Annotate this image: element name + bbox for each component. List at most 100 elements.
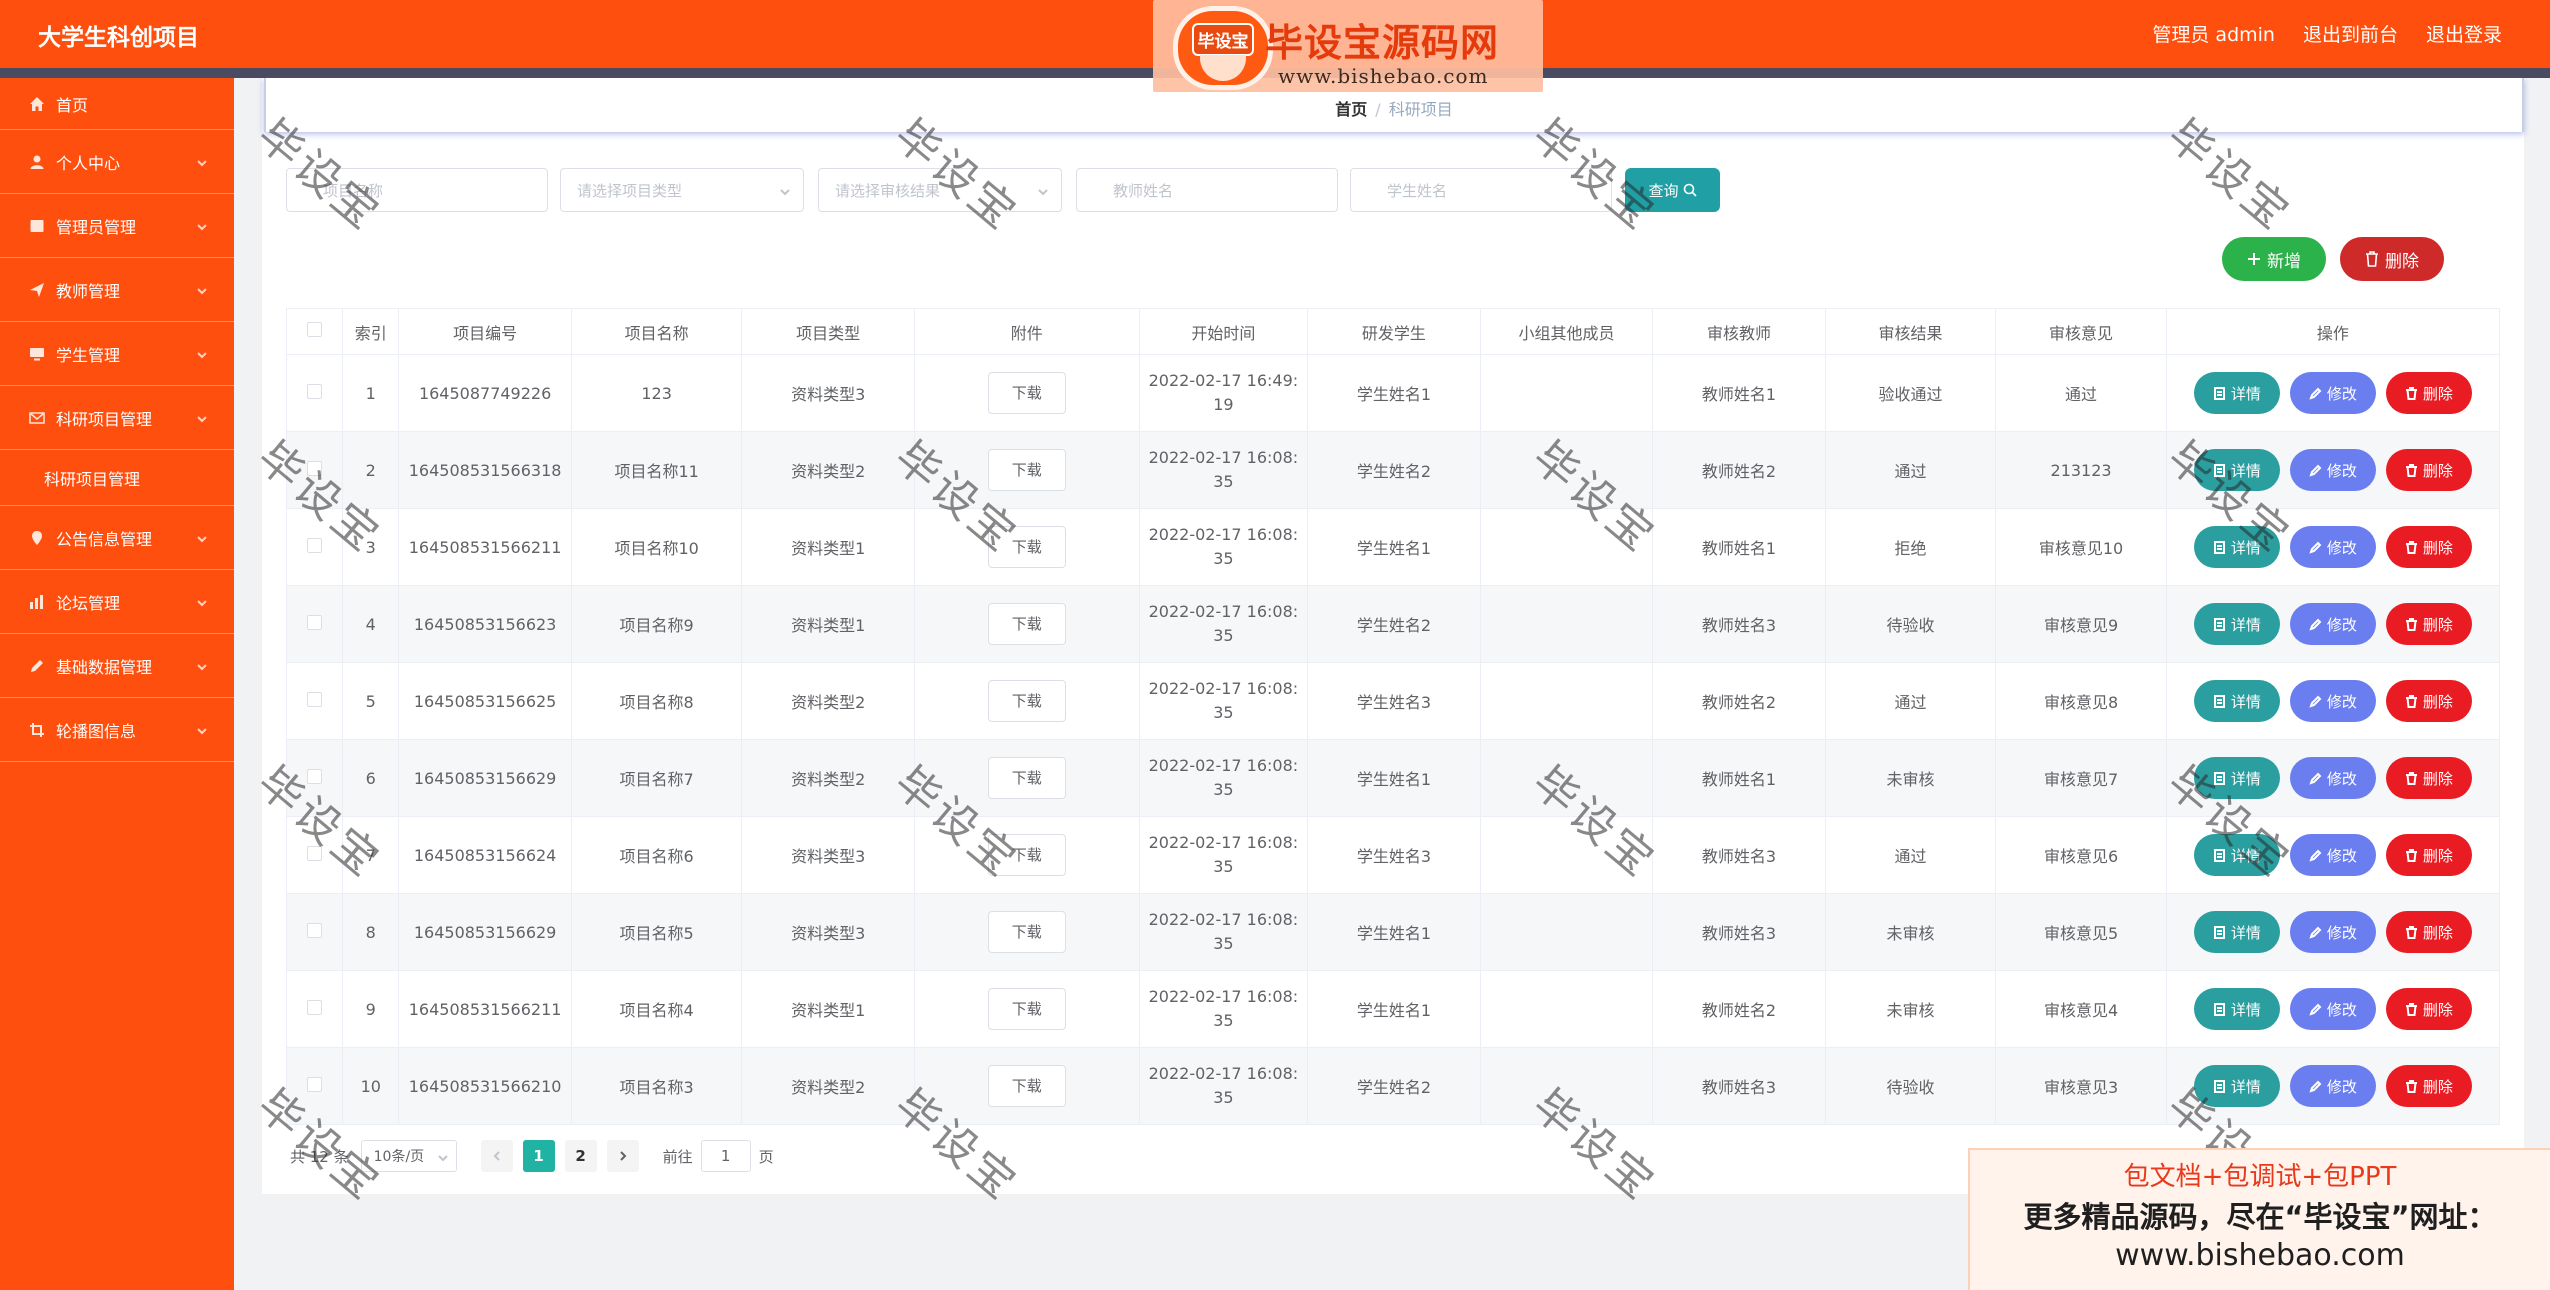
add-button[interactable]: 新增 bbox=[2222, 237, 2326, 281]
query-button[interactable]: 查询 bbox=[1625, 168, 1720, 212]
project-type-select[interactable]: 请选择项目类型 bbox=[560, 168, 804, 212]
row-select-cell[interactable] bbox=[285, 893, 344, 971]
delete-button[interactable]: 删除 bbox=[2385, 1065, 2472, 1107]
row-checkbox[interactable] bbox=[307, 691, 323, 707]
page-button-1[interactable]: 1 bbox=[522, 1140, 555, 1172]
row-checkbox[interactable] bbox=[307, 460, 323, 476]
column-header: 审核结果 bbox=[1824, 308, 1997, 355]
row-select-cell[interactable] bbox=[285, 662, 344, 740]
row-checkbox[interactable] bbox=[307, 614, 323, 630]
row-checkbox[interactable] bbox=[307, 383, 323, 399]
edit-button[interactable]: 修改 bbox=[2289, 603, 2376, 645]
sidebar-item-carousel[interactable]: 轮播图信息 bbox=[0, 698, 234, 762]
download-button[interactable]: 下载 bbox=[987, 988, 1066, 1030]
sidebar-item-profile[interactable]: 个人中心 bbox=[0, 130, 234, 194]
download-button[interactable]: 下载 bbox=[987, 757, 1066, 799]
row-checkbox[interactable] bbox=[307, 768, 323, 784]
sidebar-subitem-research-projects[interactable]: 科研项目管理 bbox=[0, 450, 234, 506]
detail-button[interactable]: 详情 bbox=[2193, 603, 2280, 645]
detail-button[interactable]: 详情 bbox=[2193, 449, 2280, 491]
row-select-cell[interactable] bbox=[285, 970, 344, 1048]
row-checkbox[interactable] bbox=[307, 845, 323, 861]
delete-button[interactable]: 删除 bbox=[2385, 603, 2472, 645]
download-button[interactable]: 下载 bbox=[987, 1065, 1066, 1107]
row-select-cell[interactable] bbox=[285, 816, 344, 894]
row-checkbox[interactable] bbox=[307, 922, 323, 938]
row-select-cell[interactable] bbox=[285, 1047, 344, 1125]
edit-button[interactable]: 修改 bbox=[2289, 911, 2376, 953]
row-select-cell[interactable] bbox=[285, 354, 344, 432]
sidebar-item-teachers[interactable]: 教师管理 bbox=[0, 258, 234, 322]
delete-button[interactable]: 删除 bbox=[2385, 757, 2472, 799]
select-all-cell[interactable] bbox=[285, 308, 344, 355]
logout-link[interactable]: 退出登录 bbox=[2426, 20, 2502, 47]
delete-button[interactable]: 删除 bbox=[2385, 526, 2472, 568]
column-header: 审核教师 bbox=[1652, 308, 1826, 355]
select-all-checkbox[interactable] bbox=[307, 322, 323, 337]
detail-button[interactable]: 详情 bbox=[2193, 834, 2280, 876]
delete-button[interactable]: 删除 bbox=[2385, 680, 2472, 722]
breadcrumb-home[interactable]: 首页 bbox=[1335, 100, 1367, 119]
review-result-select[interactable]: 请选择审核结果 bbox=[818, 168, 1062, 212]
sidebar-item-announcements[interactable]: 公告信息管理 bbox=[0, 506, 234, 570]
goto-page-input[interactable]: 1 bbox=[700, 1140, 751, 1172]
cell-student: 学生姓名1 bbox=[1307, 508, 1481, 586]
edit-button[interactable]: 修改 bbox=[2289, 372, 2376, 414]
cell-type: 资料类型3 bbox=[741, 816, 915, 894]
delete-button[interactable]: 删除 bbox=[2385, 834, 2472, 876]
edit-button[interactable]: 修改 bbox=[2289, 834, 2376, 876]
edit-button[interactable]: 修改 bbox=[2289, 1065, 2376, 1107]
detail-button[interactable]: 详情 bbox=[2193, 372, 2280, 414]
edit-button[interactable]: 修改 bbox=[2289, 757, 2376, 799]
row-select-cell[interactable] bbox=[285, 508, 344, 586]
student-name-input[interactable]: 学生姓名 bbox=[1350, 168, 1612, 212]
row-checkbox[interactable] bbox=[307, 537, 323, 553]
download-button[interactable]: 下载 bbox=[987, 680, 1066, 722]
delete-button[interactable]: 删除 bbox=[2385, 988, 2472, 1030]
sidebar-item-students[interactable]: 学生管理 bbox=[0, 322, 234, 386]
download-button[interactable]: 下载 bbox=[987, 834, 1066, 876]
download-button[interactable]: 下载 bbox=[987, 372, 1066, 414]
detail-button[interactable]: 详情 bbox=[2193, 911, 2280, 953]
sidebar-item-label: 学生管理 bbox=[56, 345, 121, 365]
detail-button[interactable]: 详情 bbox=[2193, 680, 2280, 722]
row-checkbox[interactable] bbox=[307, 1076, 323, 1092]
page-size-select[interactable]: 10条/页 bbox=[360, 1140, 457, 1172]
detail-button[interactable]: 详情 bbox=[2193, 526, 2280, 568]
bulk-delete-button[interactable]: 删除 bbox=[2340, 237, 2444, 281]
edit-button[interactable]: 修改 bbox=[2289, 526, 2376, 568]
row-select-cell[interactable] bbox=[285, 585, 344, 663]
row-checkbox[interactable] bbox=[307, 999, 323, 1015]
cell-idx: 10 bbox=[342, 1047, 400, 1125]
cell-student: 学生姓名2 bbox=[1307, 431, 1481, 509]
delete-button[interactable]: 删除 bbox=[2385, 911, 2472, 953]
exit-to-front-link[interactable]: 退出到前台 bbox=[2303, 20, 2398, 47]
sidebar-item-admins[interactable]: 管理员管理 bbox=[0, 194, 234, 258]
sidebar-item-base-data[interactable]: 基础数据管理 bbox=[0, 634, 234, 698]
cell-result: 未审核 bbox=[1824, 970, 1997, 1048]
detail-button[interactable]: 详情 bbox=[2193, 757, 2280, 799]
teacher-name-input[interactable]: 教师姓名 bbox=[1076, 168, 1338, 212]
sidebar-item-forum[interactable]: 论坛管理 bbox=[0, 570, 234, 634]
edit-button[interactable]: 修改 bbox=[2289, 449, 2376, 491]
edit-button[interactable]: 修改 bbox=[2289, 988, 2376, 1030]
sidebar-item-home[interactable]: 首页 bbox=[0, 78, 234, 130]
page-button-2[interactable]: 2 bbox=[564, 1140, 597, 1172]
detail-button[interactable]: 详情 bbox=[2193, 988, 2280, 1030]
row-select-cell[interactable] bbox=[285, 739, 344, 817]
edit-button[interactable]: 修改 bbox=[2289, 680, 2376, 722]
row-select-cell[interactable] bbox=[285, 431, 344, 509]
delete-button[interactable]: 删除 bbox=[2385, 449, 2472, 491]
download-button[interactable]: 下载 bbox=[987, 526, 1066, 568]
download-button[interactable]: 下载 bbox=[987, 449, 1066, 491]
next-page-button[interactable] bbox=[606, 1140, 639, 1172]
admin-user-link[interactable]: 管理员 admin bbox=[2152, 20, 2275, 47]
prev-page-button[interactable] bbox=[480, 1140, 513, 1172]
download-button[interactable]: 下载 bbox=[987, 603, 1066, 645]
download-button[interactable]: 下载 bbox=[987, 911, 1066, 953]
sidebar-item-research-projects[interactable]: 科研项目管理 bbox=[0, 386, 234, 450]
row-actions-cell: 详情 修改 删除 bbox=[2165, 1047, 2501, 1125]
project-name-input[interactable]: 项目名称 bbox=[286, 168, 548, 212]
detail-button[interactable]: 详情 bbox=[2193, 1065, 2280, 1107]
delete-button[interactable]: 删除 bbox=[2385, 372, 2472, 414]
